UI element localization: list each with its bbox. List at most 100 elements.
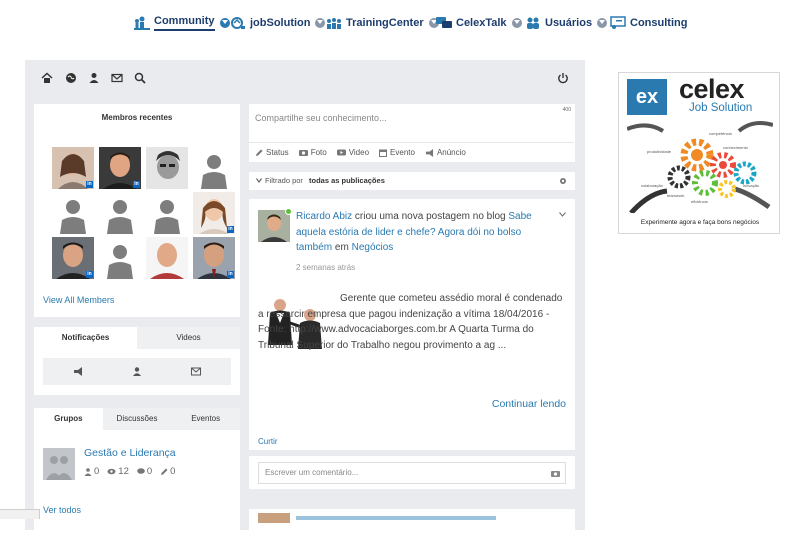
see-all-groups-link[interactable]: Ver todos — [43, 505, 81, 515]
composer-actions: Status Foto Video Evento Anúncio — [249, 142, 574, 162]
nav-item-community[interactable]: Community — [134, 14, 230, 32]
eye-icon — [107, 468, 116, 475]
nav-label: CelexTalk — [456, 17, 507, 29]
post-header: Ricardo Abiz criou uma nova postagem no … — [296, 209, 552, 256]
tab-groups[interactable]: Grupos — [34, 408, 103, 430]
author-avatar[interactable] — [258, 513, 290, 523]
member-avatar[interactable]: in — [193, 237, 235, 279]
celex-talk-icon — [436, 17, 452, 28]
status-label: Status — [266, 148, 289, 157]
tab-events[interactable]: Eventos — [171, 408, 241, 430]
pencil-icon — [256, 149, 263, 156]
user-icon[interactable] — [88, 72, 100, 84]
post-timestamp: 2 semanas atrás — [296, 263, 356, 272]
megaphone-icon — [425, 148, 433, 157]
nav-label: Consulting — [630, 17, 688, 29]
post-category-link[interactable]: Negócios — [352, 242, 394, 253]
linkedin-icon: in — [227, 226, 234, 233]
nav-item-celex-talk[interactable]: CelexTalk — [436, 14, 522, 32]
pencil-icon — [161, 468, 168, 475]
video-icon — [336, 149, 346, 156]
author-avatar[interactable] — [258, 208, 292, 242]
group-comments-count: 0 — [146, 466, 153, 477]
nav-label: TrainingCenter — [346, 17, 424, 29]
online-status-indicator — [285, 208, 292, 215]
filter-prefix: Filtrado por — [265, 176, 303, 185]
chevron-down-icon — [256, 178, 262, 183]
composer-char-count: 400 — [562, 107, 571, 113]
composer-input[interactable]: Compartilhe seu conhecimento... — [249, 104, 574, 142]
filter-bar[interactable]: Filtrado por todas as publicações — [249, 172, 575, 190]
status-bar-stub — [0, 509, 40, 519]
status-button[interactable]: Status — [255, 148, 289, 157]
member-avatar-placeholder[interactable] — [99, 192, 141, 234]
linkedin-icon: in — [227, 271, 234, 278]
group-name-link[interactable]: Gestão e Liderança — [84, 447, 176, 459]
globe-icon[interactable] — [65, 72, 77, 84]
tab-videos[interactable]: Videos — [137, 327, 240, 349]
member-avatar[interactable]: in — [99, 147, 141, 189]
member-avatar[interactable] — [146, 237, 188, 279]
gear-icon[interactable] — [559, 177, 567, 185]
celex-ad-banner[interactable]: ex celex Job Solution competência produt… — [618, 72, 780, 234]
post-card: Ricardo Abiz criou uma nova postagem no … — [249, 199, 575, 450]
group-avatar[interactable] — [43, 448, 75, 480]
member-avatar[interactable]: in — [52, 147, 94, 189]
search-icon[interactable] — [134, 72, 146, 84]
megaphone-icon[interactable] — [73, 367, 83, 376]
comment-input[interactable]: Escrever um comentário... — [258, 462, 566, 484]
main-container: Membros recentes in in in in in View All… — [25, 60, 585, 539]
chevron-down-icon[interactable] — [511, 18, 522, 28]
nav-item-usuarios[interactable]: Usuários — [525, 14, 608, 32]
video-label: Video — [348, 148, 370, 157]
gear-word: eficiência — [691, 199, 708, 204]
member-avatar-placeholder[interactable] — [193, 147, 235, 189]
post-in-text: em — [334, 242, 349, 253]
post-author-link[interactable]: Ricardo Abiz — [296, 211, 352, 222]
gear-word: colaboração — [641, 183, 664, 188]
training-center-icon — [327, 18, 341, 29]
tab-discussions[interactable]: Discussões — [102, 408, 172, 430]
gear-word: produtividade — [647, 149, 672, 154]
nav-item-training-center[interactable]: TrainingCenter — [326, 14, 439, 32]
event-button[interactable]: Evento — [379, 148, 415, 157]
view-all-members-link[interactable]: View All Members — [43, 295, 114, 305]
notifications-icon-row — [43, 358, 231, 385]
group-icon — [46, 456, 72, 480]
video-button[interactable]: Video — [336, 148, 370, 157]
linkedin-icon: in — [86, 181, 93, 188]
user-icon[interactable] — [132, 367, 142, 376]
calendar-icon — [379, 149, 388, 157]
gear-word: competência — [709, 131, 732, 136]
nav-item-consulting[interactable]: Consulting — [610, 14, 687, 32]
chevron-down-icon[interactable] — [597, 18, 608, 28]
nav-item-job-solution[interactable]: jobSolution — [230, 14, 326, 32]
next-post-card — [249, 509, 575, 539]
consulting-icon — [610, 16, 626, 29]
power-icon[interactable] — [557, 72, 569, 84]
photo-button[interactable]: Foto — [298, 148, 327, 157]
group-stats: 0 12 0 0 — [84, 466, 175, 477]
continue-reading-link[interactable]: Continuar lendo — [492, 398, 566, 410]
chevron-down-icon[interactable] — [219, 18, 230, 28]
gear-word: inovação — [743, 183, 760, 188]
mail-icon[interactable] — [191, 367, 201, 376]
member-avatar-placeholder[interactable] — [146, 192, 188, 234]
post-excerpt: Gerente que cometeu assédio moral é cond… — [258, 293, 563, 351]
member-avatar-placeholder[interactable] — [99, 237, 141, 279]
camera-icon[interactable] — [551, 470, 560, 477]
tab-notifications[interactable]: Notificações — [34, 327, 137, 349]
home-icon[interactable] — [41, 72, 53, 84]
announcement-button[interactable]: Anúncio — [425, 148, 466, 157]
member-avatar-placeholder[interactable] — [52, 192, 94, 234]
member-avatar[interactable]: in — [193, 192, 235, 234]
member-avatar[interactable]: in — [52, 237, 94, 279]
member-avatar[interactable] — [146, 147, 188, 189]
announcement-label: Anúncio — [436, 148, 466, 157]
celex-brand: celex — [679, 74, 745, 104]
post-header-placeholder — [296, 516, 496, 520]
mail-icon[interactable] — [111, 72, 123, 84]
chevron-down-icon[interactable] — [559, 212, 566, 217]
chevron-down-icon[interactable] — [315, 18, 326, 28]
like-button[interactable]: Curtir — [258, 437, 278, 446]
